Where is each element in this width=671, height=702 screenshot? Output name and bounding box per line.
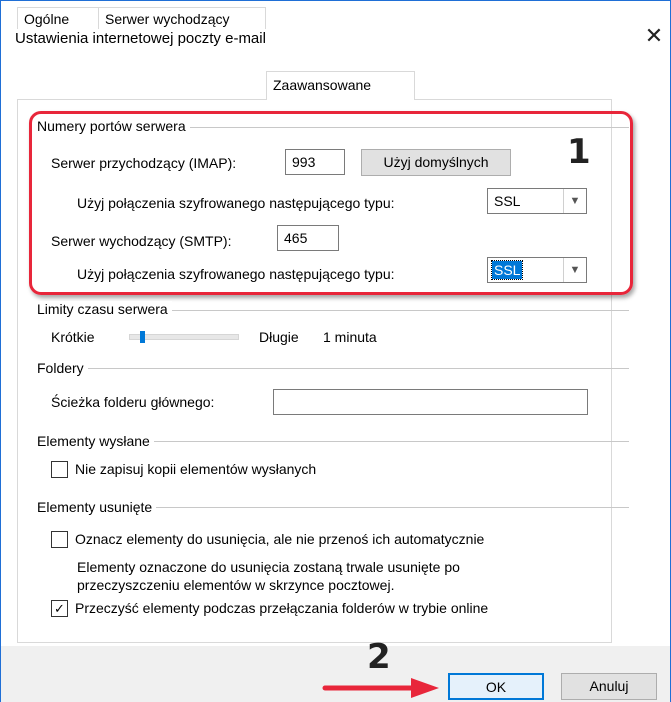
ok-button[interactable]: OK [448, 673, 544, 700]
deleted-group-title: Elementy usunięte [37, 499, 157, 515]
deletion-note-line2: przeczyszczeniu elementów w skrzynce poc… [77, 577, 395, 593]
timeout-slider-track[interactable] [129, 334, 239, 340]
timeout-long-label: Długie [259, 329, 299, 345]
dialog-title: Ustawienia internetowej poczty e-mail [15, 30, 266, 47]
mark-for-deletion-label[interactable]: Oznacz elementy do usunięcia, ale nie pr… [75, 531, 484, 547]
mark-for-deletion-checkbox[interactable] [51, 531, 68, 548]
folders-group-rule [37, 368, 629, 369]
settings-dialog: Ustawienia internetowej poczty e-mail ✕ … [0, 0, 671, 702]
arrow-right-icon [322, 678, 439, 698]
close-icon[interactable]: ✕ [641, 23, 667, 49]
deletion-note-line1: Elementy oznaczone do usunięcia zostaną … [77, 559, 460, 575]
annotation-number-1: 1 [567, 132, 591, 172]
timeout-slider-thumb[interactable] [139, 331, 145, 343]
cancel-button[interactable]: Anuluj [561, 673, 657, 700]
annotation-number-2: 2 [367, 637, 391, 677]
tab-general[interactable]: Ogólne [17, 7, 99, 29]
timeout-value: 1 minuta [323, 329, 377, 345]
purge-checkbox[interactable]: ✓ [51, 600, 68, 617]
no-copy-label[interactable]: Nie zapisuj kopii elementów wysłanych [75, 461, 316, 477]
tab-advanced[interactable]: Zaawansowane [266, 71, 415, 100]
highlight-box [29, 111, 633, 295]
tab-outgoing-server[interactable]: Serwer wychodzący [98, 7, 266, 29]
root-folder-label: Ścieżka folderu głównego: [51, 394, 215, 410]
folders-group-title: Foldery [37, 360, 88, 376]
timeout-short-label: Krótkie [51, 329, 95, 345]
root-folder-input[interactable] [273, 389, 588, 415]
timeouts-group-title: Limity czasu serwera [37, 301, 172, 317]
no-copy-checkbox[interactable] [51, 461, 68, 478]
purge-label[interactable]: Przeczyść elementy podczas przełączania … [75, 600, 488, 616]
sent-group-title: Elementy wysłane [37, 433, 154, 449]
